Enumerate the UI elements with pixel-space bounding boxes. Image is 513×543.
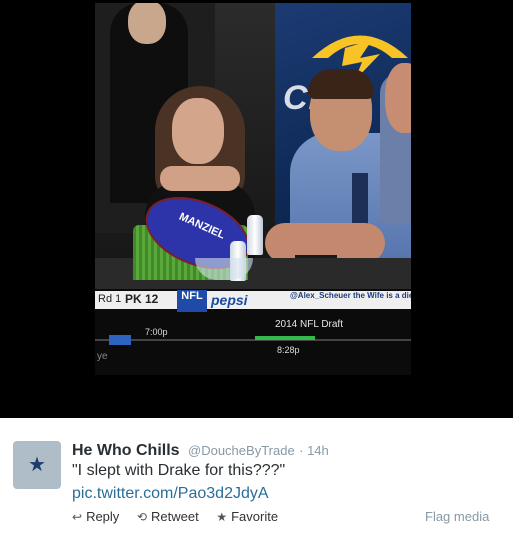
second-man: [380, 63, 411, 223]
timestamp[interactable]: 14h: [307, 443, 329, 458]
round-label: Rd 1: [98, 293, 122, 305]
player-tie: [352, 173, 368, 228]
security-man-head: [128, 3, 166, 44]
ticker-time-right: 8:28p: [277, 345, 300, 355]
avatar[interactable]: ★: [13, 441, 61, 489]
retweet-label: Retweet: [151, 509, 199, 524]
star-icon: ★: [216, 510, 228, 524]
media-link[interactable]: pic.twitter.com/Pao3d2JdyA: [72, 485, 269, 503]
tweet-actions: ↩ Reply ⟲ Retweet ★ Favorite: [72, 509, 292, 524]
tv-ticker: Rd 1 PK 12 NFL pepsi @Alex_Scheuer the W…: [95, 289, 411, 375]
tweet-header: He Who Chills @DoucheByTrade · 14h: [72, 442, 329, 460]
favorite-label: Favorite: [231, 509, 279, 524]
ticker-time-left: 7:00p: [145, 327, 168, 337]
reply-button[interactable]: ↩ Reply: [72, 509, 119, 524]
broadcast-title: 2014 NFL Draft: [275, 319, 343, 330]
reply-icon: ↩: [72, 510, 83, 524]
water-bottle: [247, 215, 263, 255]
ticker-partial-text: ye: [97, 351, 108, 362]
network-badge: NFL: [177, 290, 207, 312]
reply-label: Reply: [86, 509, 120, 524]
tweet: ★ He Who Chills @DoucheByTrade · 14h "I …: [0, 418, 513, 543]
ticker-scroll-text: @Alex_Scheuer the Wife is a die ha... I'…: [290, 291, 411, 300]
handle[interactable]: @DoucheByTrade: [188, 443, 295, 458]
star-icon: ★: [28, 454, 46, 476]
tweet-text: "I slept with Drake for this???": [72, 462, 286, 479]
pick-label: PK 12: [125, 292, 159, 306]
timestamp-separator: ·: [299, 443, 308, 458]
player-hair: [308, 69, 374, 99]
directv-badge: [109, 335, 131, 345]
retweet-icon: ⟲: [136, 510, 147, 524]
display-name[interactable]: He Who Chills: [72, 442, 180, 459]
retweet-button[interactable]: ⟲ Retweet: [137, 509, 199, 524]
flag-media-link[interactable]: Flag media: [425, 509, 489, 524]
sponsor-text: pepsi: [211, 292, 248, 308]
ticker-strip: [95, 339, 411, 341]
woman-face: [172, 98, 224, 164]
tweet-media[interactable]: CH MANZIEL Rd 1 PK 12 NFL pepsi @Alex_Sc…: [0, 0, 513, 418]
second-man-head: [385, 63, 411, 133]
ticker-progress: [255, 336, 315, 340]
favorite-button[interactable]: ★ Favorite: [216, 509, 278, 524]
woman-arms: [160, 166, 240, 191]
media-photo[interactable]: CH MANZIEL Rd 1 PK 12 NFL pepsi @Alex_Sc…: [95, 3, 411, 375]
